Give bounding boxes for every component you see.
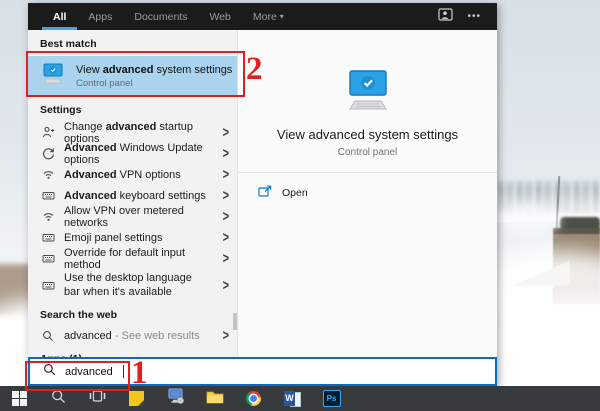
- sticky-notes-button[interactable]: [117, 386, 156, 411]
- settings-item-label: Emoji panel settings: [64, 232, 210, 244]
- options-ellipsis-icon[interactable]: •••: [467, 11, 481, 22]
- tab-all[interactable]: All: [42, 3, 77, 30]
- photoshop-button[interactable]: Ps: [312, 386, 351, 411]
- account-icon[interactable]: [438, 8, 453, 26]
- settings-item-label: Advanced VPN options: [64, 169, 210, 181]
- settings-item-override-input-method[interactable]: Override for default input method >: [28, 248, 237, 269]
- tab-documents-label: Documents: [134, 11, 187, 23]
- start-button[interactable]: [0, 386, 39, 411]
- topbar-right-icons: •••: [438, 3, 497, 30]
- photoshop-icon: Ps: [323, 390, 341, 407]
- best-match-result[interactable]: View advanced system settings Control pa…: [28, 56, 237, 96]
- preview-title: View advanced system settings: [238, 127, 497, 142]
- search-icon: [41, 330, 55, 342]
- chrome-icon: [246, 391, 261, 406]
- keyboard-icon: [41, 279, 55, 292]
- best-match-header: Best match: [28, 30, 237, 56]
- chevron-right-icon: >: [223, 277, 229, 293]
- tab-more[interactable]: More ▾: [242, 3, 295, 30]
- web-search-result[interactable]: advanced - See web results >: [28, 325, 237, 346]
- open-action[interactable]: Open: [238, 173, 497, 201]
- chrome-button[interactable]: [234, 386, 273, 411]
- chevron-down-icon: ▾: [280, 12, 284, 21]
- best-match-title: View advanced system settings: [76, 64, 232, 76]
- search-results-body: Best match View advanced system settings…: [28, 30, 497, 386]
- vpn-icon: [41, 168, 55, 181]
- text-caret: [123, 365, 124, 378]
- settings-item-advanced-vpn[interactable]: Advanced VPN options >: [28, 164, 237, 185]
- settings-item-label: Use the desktop language bar when it's a…: [64, 272, 210, 300]
- settings-item-vpn-metered[interactable]: Allow VPN over metered networks >: [28, 206, 237, 227]
- chevron-right-icon: >: [223, 327, 229, 343]
- chevron-right-icon: >: [223, 187, 229, 203]
- system-settings-icon: [40, 63, 66, 90]
- taskbar-search-button[interactable]: [39, 386, 78, 411]
- settings-item-advanced-startup[interactable]: Change advanced startup options >: [28, 122, 237, 143]
- chevron-right-icon: >: [223, 166, 229, 182]
- results-list: Best match View advanced system settings…: [28, 30, 237, 386]
- this-pc-icon: [167, 388, 185, 409]
- this-pc-button[interactable]: [156, 386, 195, 411]
- settings-item-label: Advanced keyboard settings: [64, 190, 210, 202]
- tab-all-label: All: [53, 11, 66, 23]
- vpn-icon: [41, 210, 55, 223]
- search-input[interactable]: advanced: [28, 357, 497, 386]
- keyboard-icon: [41, 252, 55, 265]
- preview-subtitle: Control panel: [238, 147, 497, 158]
- search-icon: [43, 363, 56, 381]
- chevron-right-icon: >: [223, 250, 229, 266]
- start-search-panel: All Apps Documents Web More ▾ ••• Best m…: [28, 3, 497, 386]
- tab-documents[interactable]: Documents: [123, 3, 198, 30]
- windows-logo-icon: [12, 391, 27, 406]
- search-filter-bar: All Apps Documents Web More ▾ •••: [28, 3, 497, 30]
- file-explorer-button[interactable]: [195, 386, 234, 411]
- system-settings-icon-large: [342, 70, 394, 117]
- preview-icon-wrap: [238, 70, 497, 117]
- tab-apps-label: Apps: [88, 11, 112, 23]
- wallpaper-fog: [500, 205, 560, 235]
- tab-more-label: More: [253, 11, 277, 23]
- open-icon: [258, 185, 272, 201]
- settings-item-label: Override for default input method: [64, 247, 210, 271]
- chevron-right-icon: >: [223, 124, 229, 140]
- keyboard-icon: [41, 231, 55, 244]
- tab-web-label: Web: [209, 11, 230, 23]
- tab-apps[interactable]: Apps: [77, 3, 123, 30]
- result-preview-pane: View advanced system settings Control pa…: [237, 30, 497, 386]
- taskbar: W Ps: [0, 386, 600, 411]
- settings-item-desktop-language-bar[interactable]: Use the desktop language bar when it's a…: [28, 269, 237, 302]
- settings-item-advanced-windows-update[interactable]: Advanced Windows Update options >: [28, 143, 237, 164]
- tab-web[interactable]: Web: [198, 3, 241, 30]
- task-view-button[interactable]: [78, 386, 117, 411]
- search-web-header: Search the web: [28, 302, 237, 325]
- keyboard-icon: [41, 189, 55, 202]
- open-label: Open: [282, 187, 308, 199]
- word-button[interactable]: W: [273, 386, 312, 411]
- settings-item-label: Advanced Windows Update options: [64, 142, 210, 166]
- sync-icon: [41, 147, 55, 160]
- settings-item-emoji-panel[interactable]: Emoji panel settings >: [28, 227, 237, 248]
- search-input-value: advanced: [65, 366, 113, 378]
- chevron-right-icon: >: [223, 208, 229, 224]
- settings-header: Settings: [28, 96, 237, 122]
- search-icon: [51, 389, 66, 409]
- chevron-right-icon: >: [223, 145, 229, 161]
- sticky-notes-icon: [129, 391, 144, 406]
- best-match-text: View advanced system settings Control pa…: [76, 64, 232, 89]
- settings-item-advanced-keyboard[interactable]: Advanced keyboard settings >: [28, 185, 237, 206]
- task-view-icon: [89, 389, 106, 408]
- best-match-subtitle: Control panel: [76, 78, 232, 89]
- settings-item-label: Allow VPN over metered networks: [64, 205, 210, 229]
- windows-desktop: All Apps Documents Web More ▾ ••• Best m…: [0, 0, 600, 411]
- file-explorer-icon: [206, 389, 224, 409]
- web-search-label: advanced - See web results: [64, 330, 210, 342]
- restart-person-icon: [41, 126, 55, 139]
- word-icon: W: [284, 391, 301, 407]
- search-filter-tabs: All Apps Documents Web More ▾: [28, 3, 295, 30]
- chevron-right-icon: >: [223, 229, 229, 245]
